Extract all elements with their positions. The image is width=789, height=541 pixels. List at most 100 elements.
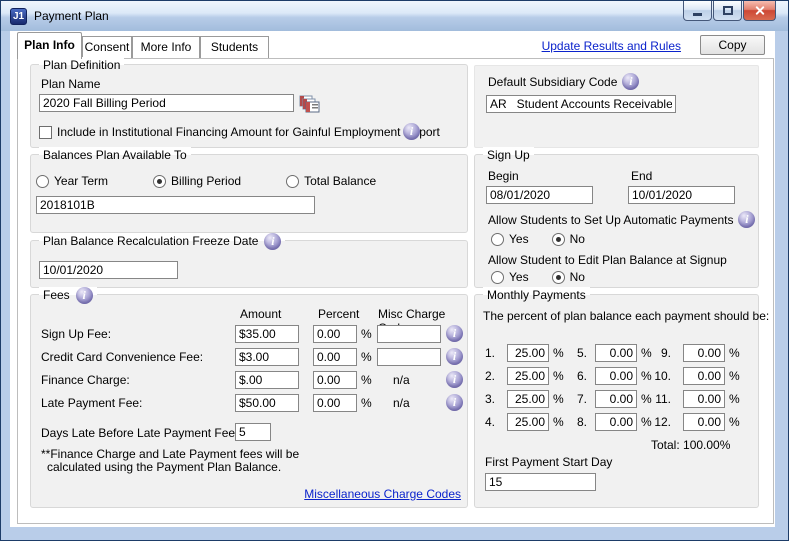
credit-card-fee-percent-input[interactable] <box>313 348 357 366</box>
payment-2-input[interactable] <box>507 367 549 385</box>
window-titlebar[interactable]: J1 Payment Plan <box>1 1 788 31</box>
payment-6-number: 6. <box>563 369 587 383</box>
radio-edit-balance-no[interactable] <box>552 271 565 284</box>
monthly-payments-group: Monthly Payments The percent of plan bal… <box>474 294 759 508</box>
late-payment-fee-amount-input[interactable] <box>235 394 299 412</box>
payment-5-input[interactable] <box>595 344 637 362</box>
first-payment-start-day-input[interactable] <box>485 473 596 491</box>
finance-charge-misc-na: n/a <box>393 373 410 387</box>
total-label: Total: 100.00% <box>651 438 730 452</box>
plan-name-label: Plan Name <box>41 77 100 91</box>
signup-end-input[interactable] <box>628 186 735 204</box>
percent-sign: % <box>729 415 740 429</box>
radio-total-balance[interactable] <box>286 175 299 188</box>
radio-auto-payments-no[interactable] <box>552 233 565 246</box>
payment-4-input[interactable] <box>507 413 549 431</box>
balances-value-input[interactable] <box>36 196 315 214</box>
credit-card-fee-amount-input[interactable] <box>235 348 299 366</box>
sign-up-fee-percent-input[interactable] <box>313 325 357 343</box>
info-icon[interactable]: i <box>403 123 420 140</box>
payment-4-number: 4. <box>475 415 495 429</box>
tab-students[interactable]: Students <box>200 36 269 59</box>
sign-up-fee-misc-input[interactable] <box>377 325 441 343</box>
app-icon: J1 <box>10 8 27 25</box>
payment-3-number: 3. <box>475 392 495 406</box>
radio-billing-period[interactable] <box>153 175 166 188</box>
close-button[interactable] <box>743 1 776 21</box>
payment-5-number: 5. <box>563 346 587 360</box>
monthly-payments-title: Monthly Payments <box>483 287 590 303</box>
tab-more-info[interactable]: More Info <box>132 36 200 59</box>
plan-name-input[interactable] <box>39 94 294 112</box>
finance-charge-amount-input[interactable] <box>235 371 299 389</box>
payment-9-number: 9. <box>643 346 671 360</box>
info-icon[interactable]: i <box>76 287 93 304</box>
stacked-cards-icon[interactable] <box>299 95 320 116</box>
radio-auto-payments-yes[interactable] <box>491 233 504 246</box>
percent-sign: % <box>729 346 740 360</box>
info-icon[interactable]: i <box>446 394 463 411</box>
first-payment-start-day-label: First Payment Start Day <box>485 455 612 469</box>
payment-3-input[interactable] <box>507 390 549 408</box>
info-icon[interactable]: i <box>264 233 281 250</box>
credit-card-fee-misc-input[interactable] <box>377 348 441 366</box>
maximize-button[interactable] <box>713 1 742 21</box>
close-icon <box>754 5 765 16</box>
finance-charge-percent-input[interactable] <box>313 371 357 389</box>
payment-10-number: 10. <box>643 369 671 383</box>
freeze-date-input[interactable] <box>39 261 178 279</box>
late-payment-fee-percent-input[interactable] <box>313 394 357 412</box>
minimize-icon <box>693 13 702 16</box>
monthly-payments-description: The percent of plan balance each payment… <box>483 309 769 323</box>
percent-sign: % <box>361 396 372 410</box>
copy-button[interactable]: Copy <box>700 35 765 55</box>
info-icon[interactable]: i <box>446 348 463 365</box>
payment-9-input[interactable] <box>683 344 725 362</box>
sign-up-fee-amount-input[interactable] <box>235 325 299 343</box>
plan-definition-group: Plan Definition Plan Name Include in Ins… <box>30 64 468 148</box>
default-subsidiary-input[interactable] <box>486 95 676 113</box>
no-label: No <box>570 270 585 284</box>
tab-plan-info[interactable]: Plan Info <box>17 32 82 59</box>
percent-sign: % <box>361 373 372 387</box>
fees-note-line1: **Finance Charge and Late Payment fees w… <box>41 447 299 461</box>
info-icon[interactable]: i <box>622 73 639 90</box>
billing-period-label: Billing Period <box>171 174 241 188</box>
days-late-input[interactable] <box>235 423 271 441</box>
tab-consent[interactable]: Consent <box>82 36 132 59</box>
payment-7-input[interactable] <box>595 390 637 408</box>
minimize-button[interactable] <box>683 1 712 21</box>
begin-label: Begin <box>488 169 519 183</box>
info-icon[interactable]: i <box>446 325 463 342</box>
year-term-label: Year Term <box>54 174 108 188</box>
info-icon[interactable]: i <box>446 371 463 388</box>
payment-8-number: 8. <box>563 415 587 429</box>
yes-label: Yes <box>509 232 529 246</box>
payment-1-input[interactable] <box>507 344 549 362</box>
payment-11-input[interactable] <box>683 390 725 408</box>
payment-8-input[interactable] <box>595 413 637 431</box>
payment-plan-window: J1 Payment Plan Update Results and Rules… <box>0 0 789 541</box>
default-subsidiary-panel: Default Subsidiary Code i <box>474 65 759 148</box>
gainful-employment-checkbox[interactable] <box>39 126 52 139</box>
auto-payments-label: Allow Students to Set Up Automatic Payme… <box>488 213 733 227</box>
update-results-and-rules-link[interactable]: Update Results and Rules <box>542 39 681 53</box>
sign-up-title: Sign Up <box>483 147 534 163</box>
radio-edit-balance-yes[interactable] <box>491 271 504 284</box>
radio-year-term[interactable] <box>36 175 49 188</box>
payment-6-input[interactable] <box>595 367 637 385</box>
yes-label: Yes <box>509 270 529 284</box>
payment-12-input[interactable] <box>683 413 725 431</box>
payment-10-input[interactable] <box>683 367 725 385</box>
payment-11-number: 11. <box>643 392 671 406</box>
info-icon[interactable]: i <box>738 211 755 228</box>
total-balance-label: Total Balance <box>304 174 376 188</box>
freeze-date-group: Plan Balance Recalculation Freeze Date i <box>30 240 468 288</box>
amount-column-header: Amount <box>240 307 281 321</box>
signup-begin-input[interactable] <box>486 186 593 204</box>
balances-group: Balances Plan Available To Year Term Bil… <box>30 154 468 233</box>
payment-12-number: 12. <box>643 415 671 429</box>
miscellaneous-charge-codes-link[interactable]: Miscellaneous Charge Codes <box>304 487 461 501</box>
late-payment-fee-misc-na: n/a <box>393 396 410 410</box>
payment-2-number: 2. <box>475 369 495 383</box>
